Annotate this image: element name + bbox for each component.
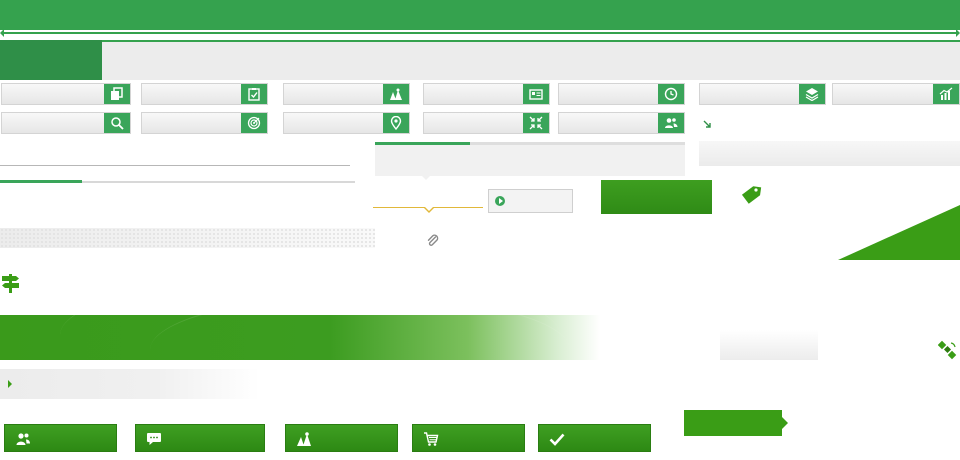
right-panel-header	[699, 141, 960, 166]
tile-map[interactable]	[283, 83, 410, 105]
confirm-button[interactable]	[538, 424, 651, 452]
tag-icon	[741, 186, 762, 204]
corner-ribbon	[838, 205, 960, 260]
tile-clipboard[interactable]	[141, 83, 268, 105]
users-icon	[15, 431, 31, 447]
tile-clock[interactable]	[558, 83, 685, 105]
tile-search[interactable]	[1, 112, 131, 134]
chevron-right-icon	[8, 380, 12, 388]
tile-location[interactable]	[283, 112, 410, 134]
map-pin-icon	[383, 113, 409, 133]
accent-pointer-inner	[425, 207, 433, 211]
textured-band	[0, 228, 375, 248]
map-icon	[383, 84, 409, 104]
expand-toggle[interactable]	[0, 369, 260, 399]
resize-arrow-icon[interactable]	[703, 120, 711, 128]
tile-copy[interactable]	[1, 83, 131, 105]
tile-layers[interactable]	[699, 83, 826, 105]
target-icon	[241, 113, 267, 133]
clipboard-check-icon	[241, 84, 267, 104]
collapse-icon	[523, 113, 549, 133]
section-divider	[0, 165, 350, 166]
tile-target[interactable]	[141, 112, 268, 134]
green-action-block[interactable]	[601, 180, 712, 214]
search-icon	[104, 113, 130, 133]
tile-collapse[interactable]	[423, 112, 550, 134]
green-banner	[0, 315, 600, 360]
chat-icon	[146, 431, 162, 447]
tab-strip	[375, 142, 685, 176]
signpost-icon	[2, 274, 19, 293]
satellite-icon	[938, 340, 957, 360]
clock-icon	[658, 84, 684, 104]
map-icon	[296, 431, 312, 447]
copy-icon	[104, 84, 130, 104]
next-arrow-button[interactable]	[684, 410, 788, 436]
tile-chart[interactable]	[832, 83, 960, 105]
top-divider	[0, 29, 960, 37]
tab-pointer	[420, 174, 432, 180]
paperclip-icon[interactable]	[426, 234, 440, 248]
id-card-icon	[523, 84, 549, 104]
users-button[interactable]	[4, 424, 117, 452]
cart-button[interactable]	[412, 424, 525, 452]
tile-users[interactable]	[558, 112, 685, 134]
layers-icon	[799, 84, 825, 104]
chart-icon	[933, 84, 959, 104]
play-selector[interactable]	[488, 189, 573, 213]
grey-panel	[720, 330, 818, 360]
users-icon	[658, 113, 684, 133]
active-tab[interactable]	[0, 40, 102, 80]
secondary-header	[0, 40, 960, 80]
top-banner	[0, 0, 960, 30]
progress-fill	[0, 180, 82, 183]
cart-icon	[423, 431, 439, 447]
check-icon	[549, 431, 565, 447]
tile-id-card[interactable]	[423, 83, 550, 105]
play-icon	[495, 196, 505, 206]
tab-indicator[interactable]	[375, 142, 470, 145]
chat-button[interactable]	[135, 424, 265, 452]
map-button[interactable]	[285, 424, 398, 452]
